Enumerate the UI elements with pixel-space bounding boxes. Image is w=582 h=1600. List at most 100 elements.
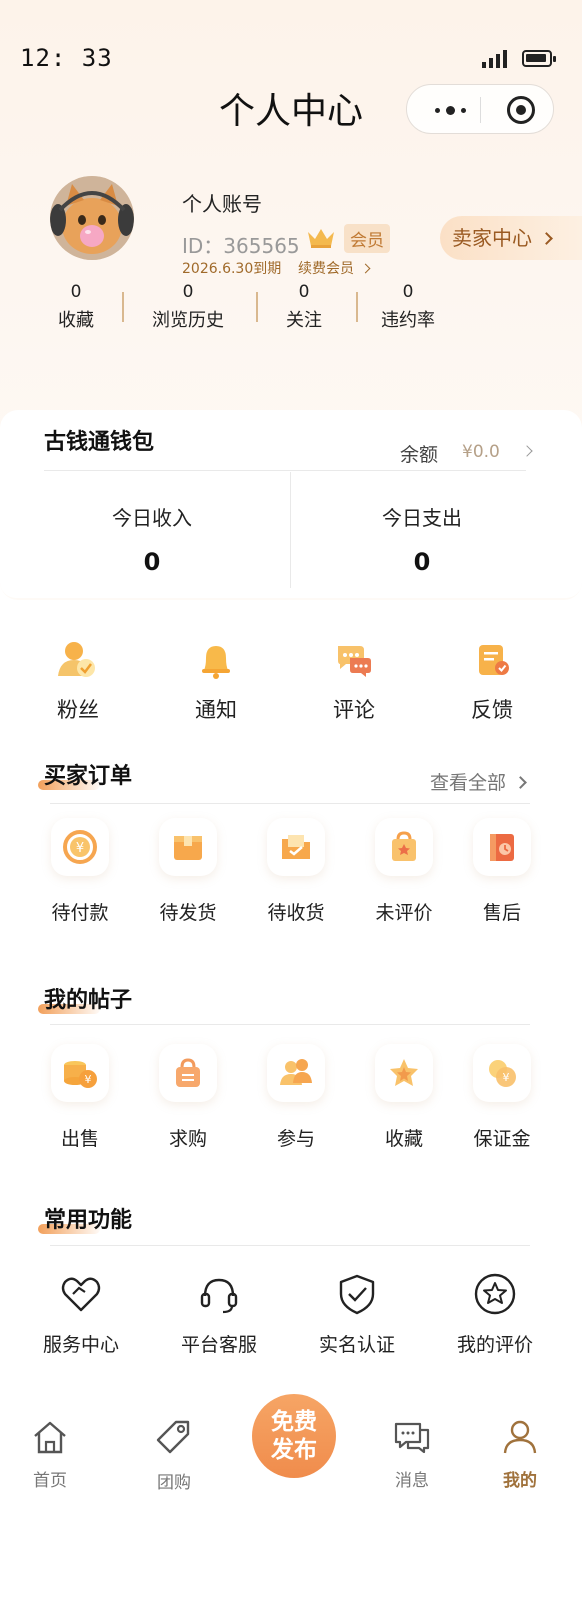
capsule-divider [480,97,481,123]
order-unrated[interactable]: 未评价 [354,818,454,925]
view-all-label: 查看全部 [430,772,507,794]
expense-label: 今日支出 [382,506,462,530]
pending-receipt-icon [267,818,325,876]
free-publish-button[interactable]: 免费 发布 [252,1394,336,1478]
wallet-divider [44,470,526,471]
order-after-sales[interactable]: 售后 [452,818,552,925]
crown-icon [306,226,336,254]
stat-label: 浏览历史 [152,310,224,331]
tab-label: 消息 [395,1471,429,1491]
pending-payment-icon: ¥ [51,818,109,876]
stat-label: 收藏 [58,310,94,331]
stat-following[interactable]: 0 关注 [254,282,354,332]
heart-hand-icon [16,1272,146,1320]
more-icon[interactable] [429,97,471,123]
stat-value: 0 [298,282,310,302]
tab-home[interactable]: 首页 [10,1418,90,1491]
quick-label: 评论 [333,698,375,722]
expense-value: 0 [413,548,431,576]
section-divider [50,1024,530,1025]
order-label: 待发货 [159,902,217,924]
chevron-right-icon [521,445,533,457]
post-favorites[interactable]: 收藏 [354,1044,454,1151]
view-all-orders-link[interactable]: 查看全部 [430,768,527,795]
wallet-title: 古钱通钱包 [38,424,154,456]
miniprogram-capsule [406,84,554,134]
order-pending-shipment[interactable]: 待发货 [138,818,238,925]
vip-expiry: 2026.6.30到期 [182,261,282,277]
post-label: 参与 [276,1128,315,1150]
post-label: 出售 [60,1128,99,1150]
post-label: 收藏 [384,1128,423,1150]
stat-value: 0 [70,282,82,302]
tab-mine[interactable]: 我的 [480,1418,560,1491]
renew-vip-label: 续费会员 [298,261,354,277]
func-label: 实名认证 [318,1334,395,1356]
quick-notifications[interactable]: 通知 [156,640,276,724]
order-label: 售后 [482,902,521,924]
tab-label: 首页 [33,1471,67,1491]
order-pending-receipt[interactable]: 待收货 [246,818,346,925]
balance-value[interactable]: ¥0.0 [462,442,533,462]
feedback-icon [432,640,552,680]
quick-fans[interactable]: 粉丝 [18,640,138,724]
func-real-name-auth[interactable]: 实名认证 [292,1272,422,1357]
func-service-center[interactable]: 服务中心 [16,1272,146,1357]
common-functions-title: 常用功能 [38,1202,132,1234]
fans-icon [18,640,138,680]
avatar[interactable] [50,176,134,260]
comment-icon [294,640,414,680]
shield-check-icon [292,1272,422,1320]
chevron-right-icon [540,232,554,245]
post-label: 保证金 [473,1128,531,1150]
buyer-orders-title-text: 买家订单 [44,764,133,789]
func-customer-service[interactable]: 平台客服 [154,1272,284,1357]
quick-label: 通知 [195,698,237,722]
stat-default-rate[interactable]: 0 违约率 [358,282,458,332]
post-sell[interactable]: ¥ 出售 [30,1044,130,1151]
svg-text:¥: ¥ [85,1073,92,1086]
post-buy-request[interactable]: 求购 [138,1044,238,1151]
order-pending-payment[interactable]: ¥ 待付款 [30,818,130,925]
quick-label: 粉丝 [57,698,99,722]
favorite-icon [375,1044,433,1102]
home-icon [10,1418,90,1460]
tag-icon [134,1418,214,1462]
participate-icon [267,1044,325,1102]
post-deposit[interactable]: ¥ 保证金 [452,1044,552,1151]
seller-center-button[interactable]: 卖家中心 [440,216,582,260]
chevron-right-icon [514,776,527,789]
section-divider [50,1245,530,1246]
post-label: 求购 [168,1128,207,1150]
chevron-right-icon [361,263,371,274]
func-label: 平台客服 [180,1334,257,1356]
publish-line2: 发布 [271,1437,317,1463]
income-value: 0 [143,548,161,576]
user-id: ID：365565 [182,234,300,258]
income-label: 今日收入 [112,506,192,530]
stat-browse-history[interactable]: 0 浏览历史 [138,282,238,332]
tab-group-buy[interactable]: 团购 [134,1418,214,1493]
renew-vip-link[interactable]: 续费会员 [298,258,371,278]
status-bar: 12: 33 [0,0,582,90]
stat-favorites[interactable]: 0 收藏 [26,282,126,332]
seller-center-label: 卖家中心 [452,226,532,250]
quick-feedback[interactable]: 反馈 [432,640,552,724]
section-divider [50,803,530,804]
balance-label: 余额 [400,444,439,466]
tab-messages[interactable]: 消息 [372,1418,452,1491]
order-label: 待收货 [267,902,325,924]
deposit-icon: ¥ [473,1044,531,1102]
close-target-icon[interactable] [507,96,535,124]
func-my-reviews[interactable]: 我的评价 [430,1272,560,1357]
quick-comments[interactable]: 评论 [294,640,414,724]
unrated-icon [375,818,433,876]
buyer-orders-title: 买家订单 [38,758,133,790]
svg-text:¥: ¥ [76,841,84,856]
order-label: 待付款 [51,902,109,924]
stat-label: 关注 [286,310,322,331]
post-participate[interactable]: 参与 [246,1044,346,1151]
account-name: 个人账号 [182,192,262,216]
func-label: 我的评价 [456,1334,533,1356]
bell-icon [156,640,276,680]
